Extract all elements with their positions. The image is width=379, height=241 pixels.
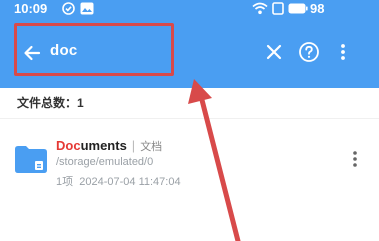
annotation-arrow	[188, 79, 241, 241]
